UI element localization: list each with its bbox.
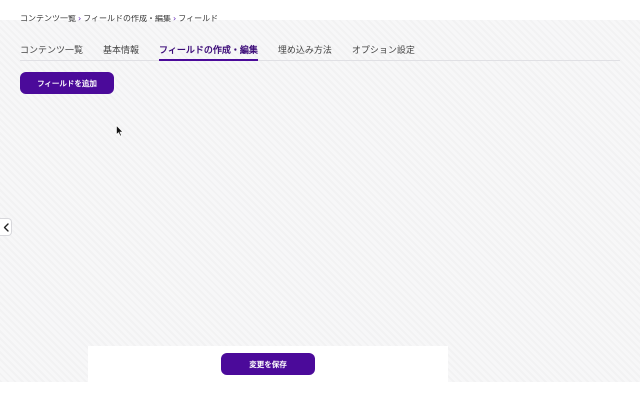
breadcrumb: コンテンツ一覧 › フィールドの作成・編集 › フィールド — [20, 14, 219, 24]
breadcrumb-item[interactable]: フィールドの作成・編集 — [83, 15, 171, 23]
app-window: コンテンツ一覧 › フィールドの作成・編集 › フィールド コンテンツ一覧 基本情報 フ… — [0, 0, 640, 400]
tab-bar: コンテンツ一覧 基本情報 フィールドの作成・編集 埋め込み方法 オプション設定 — [20, 39, 620, 61]
breadcrumb-separator: › — [78, 14, 82, 23]
top-bar: コンテンツ一覧 › フィールドの作成・編集 › フィールド — [0, 0, 640, 23]
tab-embed-method[interactable]: 埋め込み方法 — [278, 39, 332, 61]
sidebar-toggle-button[interactable] — [0, 218, 12, 236]
tab-field-edit[interactable]: フィールドの作成・編集 — [159, 39, 258, 61]
chevron-left-icon — [3, 222, 9, 232]
tab-option-settings[interactable]: オプション設定 — [352, 39, 415, 61]
tab-content-list[interactable]: コンテンツ一覧 — [20, 39, 83, 61]
add-field-button[interactable]: フィールドを追加 — [20, 72, 114, 94]
save-changes-button[interactable]: 変更を保存 — [221, 353, 315, 375]
breadcrumb-item: フィールド — [178, 14, 219, 23]
breadcrumb-separator: › — [173, 14, 177, 23]
mouse-pointer-icon — [116, 125, 124, 137]
breadcrumb-item[interactable]: コンテンツ一覧 — [20, 15, 76, 23]
tab-basic-info[interactable]: 基本情報 — [103, 39, 139, 61]
